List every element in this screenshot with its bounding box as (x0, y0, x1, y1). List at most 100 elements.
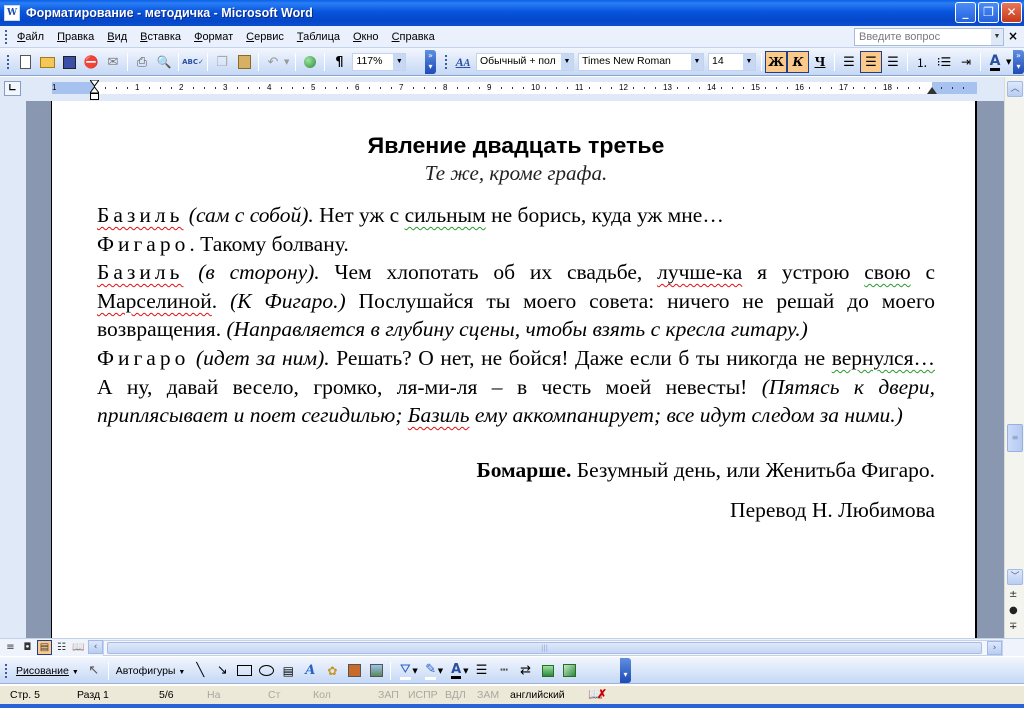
numbering-button[interactable]: ⒈ (911, 51, 933, 73)
permission-button[interactable]: ⛔ (80, 51, 102, 73)
print-preview-button[interactable]: 🔍 (153, 51, 175, 73)
autoshapes-menu-button[interactable]: Автофигуры ▼ (112, 665, 190, 677)
select-browse-object-button[interactable]: ● (1009, 605, 1018, 616)
spelling-status-icon[interactable]: 📖✗ (588, 687, 607, 701)
next-page-button[interactable]: ∓ (1009, 621, 1017, 632)
horizontal-scroll-thumb[interactable]: ||| (107, 642, 982, 654)
print-layout-button[interactable]: ▤ (37, 640, 52, 655)
ask-question-input[interactable]: Введите вопрос ▼ (854, 28, 1004, 46)
line-color-dropdown-icon[interactable]: ▼ (438, 667, 443, 675)
text-box-button[interactable]: ▤ (277, 660, 299, 682)
scroll-right-button[interactable]: › (987, 641, 1002, 655)
menu-table[interactable]: Таблица (292, 31, 348, 43)
menu-help[interactable]: Справка (387, 31, 443, 43)
dash-style-button[interactable]: ┅ (493, 660, 515, 682)
bold-button[interactable]: Ж (765, 51, 787, 73)
toolbar-options-button[interactable]: ▾ (620, 658, 631, 683)
undo-dropdown-icon[interactable]: ▼ (284, 58, 289, 66)
spelling-button[interactable]: ABC✓ (182, 51, 204, 73)
status-language[interactable]: английский (510, 689, 565, 701)
align-left-button[interactable]: ☰ (838, 51, 860, 73)
insert-picture-button[interactable] (365, 660, 387, 682)
oval-button[interactable] (255, 660, 277, 682)
zoom-select[interactable]: 117% ▼ (352, 53, 407, 71)
email-button[interactable]: ✉ (102, 51, 124, 73)
arrow-button[interactable]: ↘ (211, 660, 233, 682)
scroll-up-button[interactable]: ︿ (1007, 81, 1023, 97)
indent-marker[interactable] (90, 80, 99, 100)
chevron-down-icon[interactable]: ▼ (561, 54, 573, 70)
select-objects-button[interactable]: ↖ (83, 660, 105, 682)
font-color-dropdown-icon[interactable]: ▼ (463, 667, 468, 675)
clip-art-button[interactable] (343, 660, 365, 682)
chevron-down-icon[interactable]: ▼ (991, 29, 1003, 45)
status-overtype[interactable]: ЗАМ (477, 689, 499, 701)
undo-button[interactable]: ↶ (262, 51, 284, 73)
fill-color-dropdown-icon[interactable]: ▼ (412, 667, 417, 675)
web-layout-button[interactable]: ◘ (20, 640, 35, 655)
save-button[interactable] (58, 51, 80, 73)
hyperlink-button[interactable] (299, 51, 321, 73)
bullets-button[interactable]: ⁝☰ (933, 51, 955, 73)
menu-edit[interactable]: Правка (52, 31, 102, 43)
underline-button[interactable]: Ч (809, 51, 831, 73)
status-extend-selection[interactable]: ВДЛ (445, 689, 466, 701)
increase-indent-button[interactable]: ⇥ (955, 51, 977, 73)
chevron-down-icon[interactable]: ▼ (393, 54, 406, 70)
styles-pane-button[interactable]: AA (452, 51, 474, 73)
minimize-button[interactable]: _ (955, 2, 976, 23)
menu-format[interactable]: Формат (189, 31, 241, 43)
font-size-select[interactable]: 14 ▼ (708, 53, 756, 71)
print-button[interactable]: ⎙ (131, 51, 153, 73)
scroll-down-button[interactable]: ﹀ (1007, 569, 1023, 585)
shadow-style-button[interactable] (537, 660, 559, 682)
status-track-changes[interactable]: ИСПР (408, 689, 438, 701)
diagram-button[interactable]: ✿ (321, 660, 343, 682)
3d-style-button[interactable] (559, 660, 581, 682)
font-select[interactable]: Times New Roman ▼ (578, 53, 704, 71)
line-button[interactable]: ╲ (189, 660, 211, 682)
paste-button[interactable] (233, 51, 255, 73)
close-document-button[interactable]: × (1008, 29, 1018, 43)
toolbar-grip[interactable] (5, 29, 8, 44)
font-color-dropdown-icon[interactable]: ▼ (1006, 58, 1011, 66)
style-select[interactable]: Обычный + пол ▼ (476, 53, 574, 71)
toolbar-options-button[interactable]: » ▾ (1013, 50, 1024, 74)
right-indent-marker[interactable] (927, 87, 937, 94)
outline-view-button[interactable]: ☷ (54, 640, 69, 655)
open-button[interactable] (36, 51, 58, 73)
tab-selector[interactable]: ∟ (4, 81, 21, 96)
toolbar-grip[interactable] (7, 55, 10, 69)
menu-window[interactable]: Окно (348, 31, 387, 43)
italic-button[interactable]: К (787, 51, 809, 73)
chevron-down-icon[interactable]: ▼ (743, 54, 755, 70)
toolbar-grip[interactable] (5, 663, 8, 678)
reading-layout-button[interactable]: 📖 (71, 640, 86, 655)
menu-insert[interactable]: Вставка (135, 31, 189, 43)
font-color-button[interactable]: A (984, 51, 1006, 73)
menu-file[interactable]: Файл (12, 31, 52, 43)
horizontal-ruler[interactable]: 1 1 2 3 4 5 6 7 8 9 10 11 12 13 14 15 16 17 18 (52, 82, 977, 94)
scroll-left-button[interactable]: ‹ (88, 640, 103, 654)
justify-button[interactable]: ☰ (882, 51, 904, 73)
toolbar-grip[interactable] (445, 55, 448, 69)
new-document-button[interactable] (14, 51, 36, 73)
restore-button[interactable]: ❐ (978, 2, 999, 23)
horizontal-scrollbar[interactable]: ||| › (103, 640, 1003, 656)
document-page[interactable]: Явление двадцать третье Те же, кроме гра… (51, 101, 977, 638)
menu-tools[interactable]: Сервис (241, 31, 292, 43)
previous-page-button[interactable]: ± (1009, 589, 1017, 600)
chevron-down-icon[interactable]: ▼ (691, 54, 703, 70)
show-formatting-button[interactable]: ¶ (328, 51, 350, 73)
close-button[interactable]: ✕ (1001, 2, 1022, 23)
arrow-style-button[interactable]: ⇄ (515, 660, 537, 682)
wordart-button[interactable]: A (299, 660, 321, 682)
line-style-button[interactable]: ☰ (471, 660, 493, 682)
copy-button[interactable]: ❐ (211, 51, 233, 73)
status-record-macro[interactable]: ЗАП (378, 689, 399, 701)
drawing-menu-button[interactable]: Рисование ▼ (12, 665, 83, 677)
normal-view-button[interactable]: ≡ (3, 640, 18, 655)
align-center-button[interactable]: ☰ (860, 51, 882, 73)
vertical-scrollbar[interactable]: ︿ ≡ ﹀ ± ● ∓ (1004, 77, 1024, 638)
rectangle-button[interactable] (233, 660, 255, 682)
